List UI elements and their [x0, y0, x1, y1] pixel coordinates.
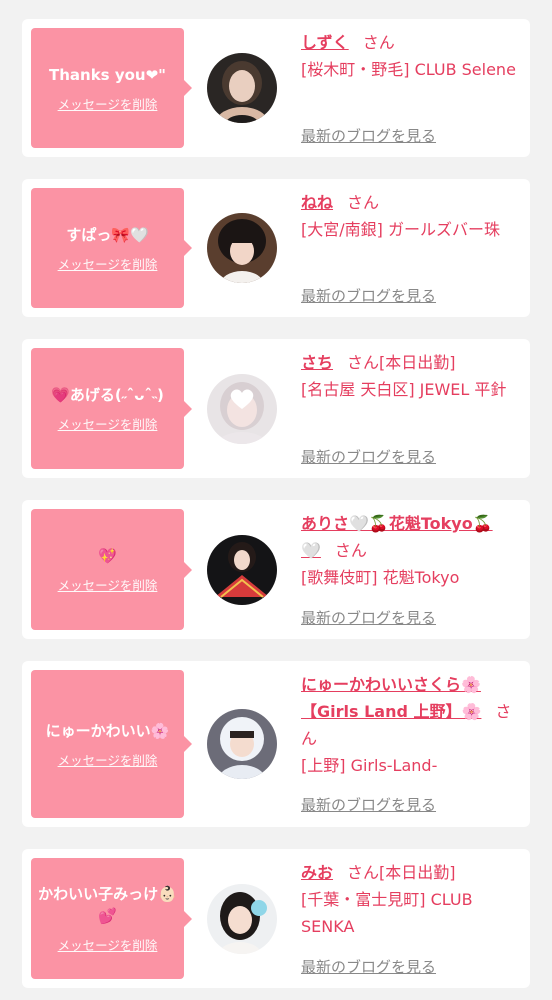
- message-list: Thanks you❤" メッセージを削除 しずく さん [桜木町・野毛] CLU…: [0, 0, 552, 1000]
- message-card: Thanks you❤" メッセージを削除 しずく さん [桜木町・野毛] CLU…: [22, 19, 530, 157]
- delete-message-link[interactable]: メッセージを削除: [58, 750, 158, 769]
- honorific: さん: [347, 353, 380, 372]
- message-card: 💗あげる(˶ˆᴗˆ˵) メッセージを削除 さち さん[本日出勤] [名古屋 天白区…: [22, 339, 530, 478]
- latest-blog-link[interactable]: 最新のブログを見る: [301, 794, 436, 815]
- avatar[interactable]: [207, 709, 277, 779]
- delete-message-link[interactable]: メッセージを削除: [58, 935, 158, 954]
- store-info: [大宮/南銀] ガールズバー珠: [301, 220, 500, 239]
- message-text: 💗あげる(˶ˆᴗˆ˵): [51, 386, 164, 404]
- message-text: すぱっ🎀🤍: [66, 225, 149, 244]
- message-bubble: 💗あげる(˶ˆᴗˆ˵) メッセージを削除: [31, 348, 192, 469]
- latest-blog-link[interactable]: 最新のブログを見る: [301, 125, 436, 146]
- message-card: かわいい子みっけ👶🏻💕 メッセージを削除 みお さん[本日出勤] [千葉・富士見町…: [22, 849, 530, 988]
- honorific: さん: [334, 541, 367, 560]
- honorific: さん: [347, 863, 380, 882]
- latest-blog-link[interactable]: 最新のブログを見る: [301, 607, 436, 628]
- avatar[interactable]: [207, 213, 277, 283]
- honorific: さん: [347, 193, 380, 212]
- store-info: [上野] Girls-Land-: [301, 756, 438, 775]
- store-info: [千葉・富士見町] CLUB SENKA: [301, 890, 473, 936]
- avatar[interactable]: [207, 884, 277, 954]
- latest-blog-link[interactable]: 最新のブログを見る: [301, 446, 436, 467]
- avatar[interactable]: [207, 53, 277, 123]
- user-name-link[interactable]: みお: [301, 863, 333, 882]
- message-bubble: にゅーかわいい🌸 メッセージを削除: [31, 670, 192, 818]
- user-name-link[interactable]: ねね: [301, 193, 333, 212]
- message-card: すぱっ🎀🤍 メッセージを削除 ねね さん [大宮/南銀] ガールズバー珠 最新のブ…: [22, 179, 530, 317]
- avatar[interactable]: [207, 535, 277, 605]
- latest-blog-link[interactable]: 最新のブログを見る: [301, 285, 436, 306]
- message-bubble: 💖 メッセージを削除: [31, 509, 192, 630]
- attendance-badge: [本日出勤]: [379, 353, 456, 372]
- store-info: [歌舞伎町] 花魁Tokyo: [301, 568, 460, 587]
- latest-blog-link[interactable]: 最新のブログを見る: [301, 956, 436, 977]
- delete-message-link[interactable]: メッセージを削除: [58, 94, 158, 113]
- message-bubble: すぱっ🎀🤍 メッセージを削除: [31, 188, 192, 308]
- attendance-badge: [本日出勤]: [379, 863, 456, 882]
- message-text: かわいい子みっけ👶🏻💕: [38, 885, 177, 925]
- message-card: 💖 メッセージを削除 ありさ🤍🍒花魁Tokyo🍒🤍 さん [歌舞伎町] 花魁Tok…: [22, 500, 530, 639]
- delete-message-link[interactable]: メッセージを削除: [58, 575, 158, 594]
- heart-icon: [230, 389, 254, 409]
- message-bubble: かわいい子みっけ👶🏻💕 メッセージを削除: [31, 858, 192, 979]
- message-card: にゅーかわいい🌸 メッセージを削除 にゅーかわいいさくら🌸【Girls Land…: [22, 661, 530, 827]
- store-info: [桜木町・野毛] CLUB Selene: [301, 60, 516, 79]
- delete-message-link[interactable]: メッセージを削除: [58, 254, 158, 273]
- message-text: にゅーかわいい🌸: [45, 721, 170, 740]
- honorific: さん: [362, 33, 395, 52]
- store-info: [名古屋 天白区] JEWEL 平針: [301, 380, 507, 399]
- delete-message-link[interactable]: メッセージを削除: [58, 414, 158, 433]
- user-name-link[interactable]: ありさ🤍🍒花魁Tokyo🍒🤍: [301, 514, 493, 560]
- message-bubble: Thanks you❤" メッセージを削除: [31, 28, 192, 148]
- user-name-link[interactable]: にゅーかわいいさくら🌸【Girls Land 上野】🌸: [301, 675, 481, 721]
- message-text: 💖: [98, 547, 117, 565]
- user-name-link[interactable]: さち: [301, 353, 333, 372]
- user-name-link[interactable]: しずく: [301, 33, 349, 52]
- message-text: Thanks you❤": [49, 65, 166, 84]
